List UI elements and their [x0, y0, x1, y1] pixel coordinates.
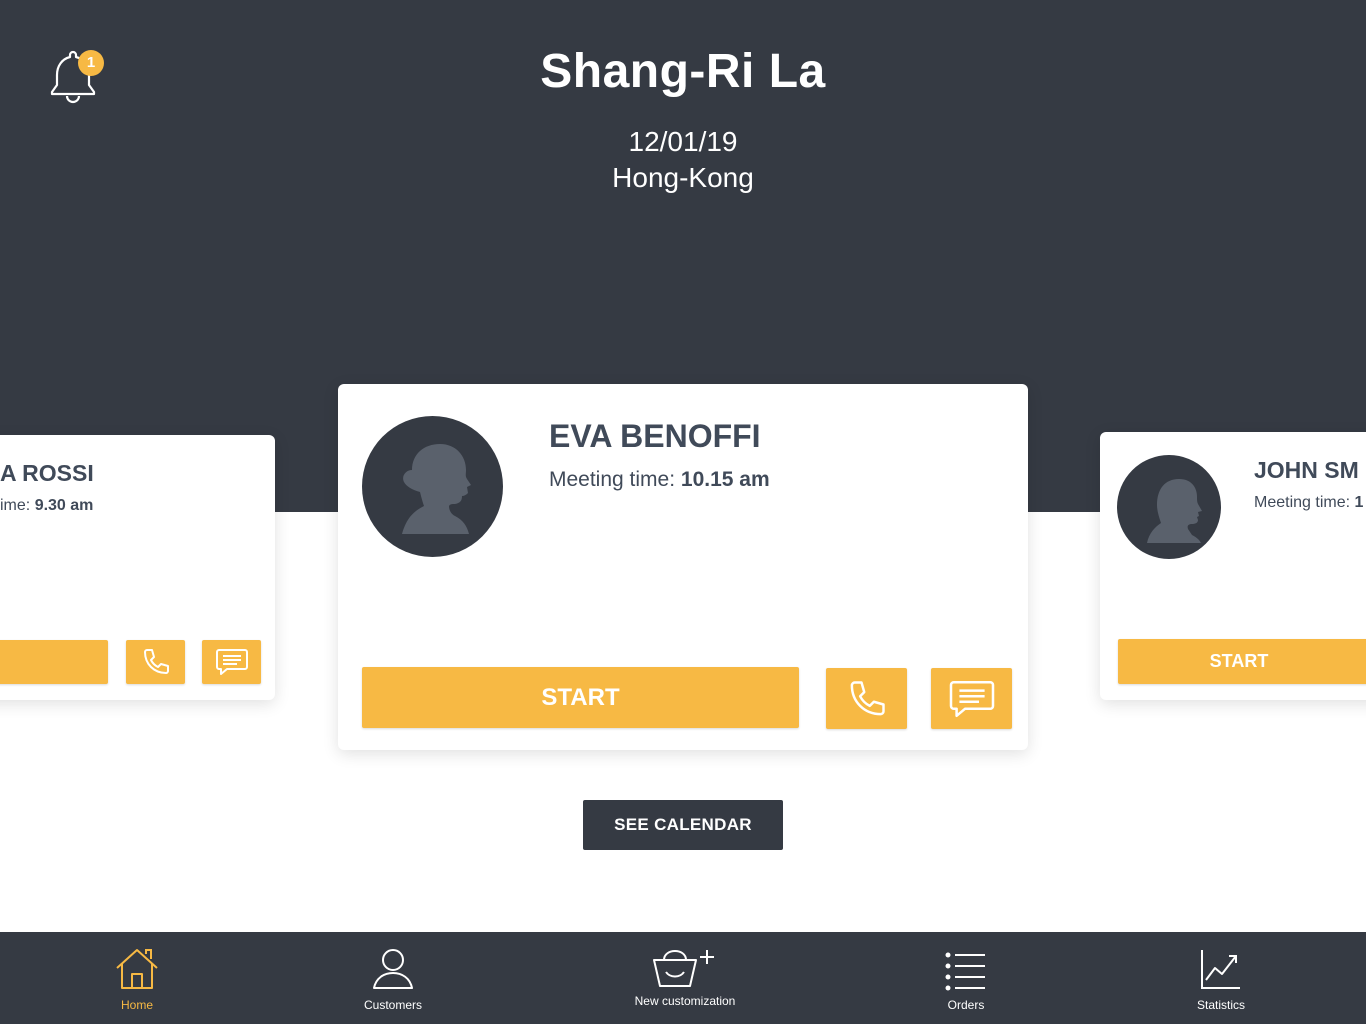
meeting-time-row: Meeting time: 1 — [1254, 494, 1363, 512]
tab-new-customization[interactable]: New customization — [625, 932, 745, 1024]
tab-label: Orders — [947, 998, 985, 1012]
call-button[interactable] — [126, 640, 185, 684]
customer-card-right[interactable]: JOHN SM Meeting time: 1 START — [1100, 432, 1366, 700]
meeting-time-row: ime: 9.30 am — [0, 497, 93, 515]
tab-customers[interactable]: Customers — [343, 932, 443, 1024]
customer-name: JOHN SM — [1254, 457, 1359, 483]
bottom-tab-bar: Home Customers New customization Orders … — [0, 932, 1366, 1024]
avatar — [1117, 455, 1221, 559]
chat-icon — [215, 649, 248, 675]
meeting-time-label: Meeting time: — [549, 468, 676, 491]
event-date: 12/01/19 — [628, 126, 738, 157]
chat-icon — [949, 680, 994, 717]
meeting-time-row: Meeting time: 10.15 am — [549, 468, 770, 492]
meeting-time-value: 10.15 am — [680, 468, 770, 491]
tab-statistics[interactable]: Statistics — [1171, 932, 1271, 1024]
tab-orders[interactable]: Orders — [916, 932, 1016, 1024]
phone-icon — [143, 649, 169, 674]
page-title: Shang-Ri La — [540, 45, 826, 98]
woman-silhouette-icon — [402, 444, 471, 534]
customer-name: EVA BENOFFI — [549, 418, 761, 454]
see-calendar-button[interactable]: SEE CALENDAR — [583, 800, 783, 850]
tab-label: Statistics — [1196, 998, 1245, 1012]
chart-icon — [1201, 950, 1240, 989]
list-icon — [945, 952, 985, 991]
meeting-time-label: ime: — [0, 497, 31, 514]
event-location: Hong-Kong — [612, 162, 754, 193]
phone-icon — [850, 680, 885, 715]
customer-card-main[interactable]: EVA BENOFFI Meeting time: 10.15 am START — [338, 384, 1028, 750]
meeting-time-label: Meeting time: — [1254, 494, 1351, 511]
bag-plus-icon — [653, 950, 714, 987]
tab-label: Customers — [363, 998, 422, 1012]
home-icon — [116, 949, 158, 989]
message-button[interactable] — [202, 640, 261, 684]
start-button[interactable]: START — [362, 667, 799, 728]
message-button[interactable] — [931, 668, 1012, 729]
start-button[interactable] — [0, 640, 108, 684]
tab-label: Home — [120, 998, 153, 1012]
tab-label: New customization — [634, 994, 736, 1008]
call-button[interactable] — [826, 668, 907, 729]
home-screen: 1 Shang-Ri La 12/01/19 Hong-Kong A ROSSI… — [0, 0, 1366, 1024]
start-button[interactable]: START — [1118, 639, 1366, 684]
meeting-time-value: 9.30 am — [34, 497, 94, 514]
customer-card-left[interactable]: A ROSSI ime: 9.30 am — [0, 435, 275, 700]
tab-home[interactable]: Home — [87, 932, 187, 1024]
meeting-time-value: 1 — [1354, 494, 1364, 511]
avatar — [362, 416, 503, 557]
customer-name: A ROSSI — [0, 460, 94, 486]
man-silhouette-icon — [1147, 479, 1202, 543]
user-icon — [373, 949, 413, 989]
